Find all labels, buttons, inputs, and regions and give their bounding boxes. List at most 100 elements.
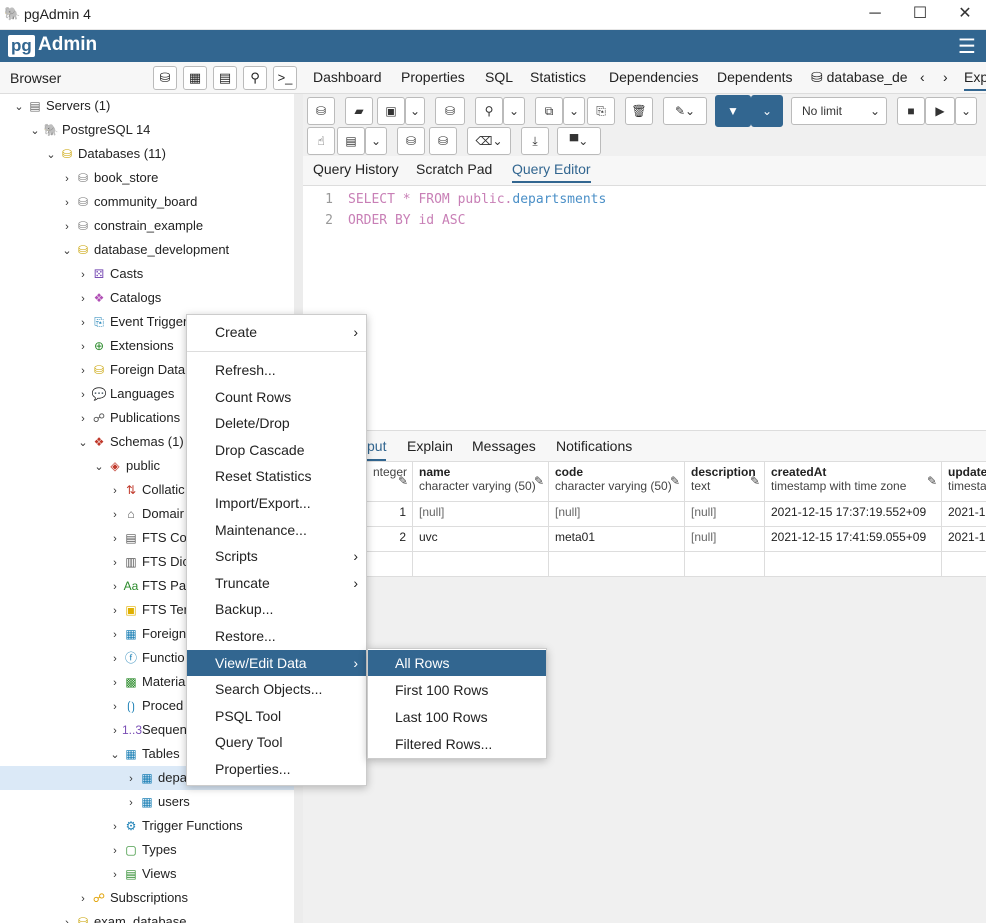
chevron-right-icon[interactable]: ›	[60, 911, 74, 923]
table-cell-empty[interactable]	[765, 552, 942, 577]
menu-item-count-rows[interactable]: Count Rows	[187, 384, 366, 410]
menu-item-reset-statistics[interactable]: Reset Statistics	[187, 463, 366, 489]
tree-node[interactable]: › ⛁ book_store	[0, 166, 294, 190]
filter-dropdown-icon[interactable]: ⌄	[751, 95, 783, 127]
tab-messages[interactable]: Messages	[472, 438, 536, 454]
connection-icon[interactable]: ⛁	[307, 97, 335, 125]
tab-data-output[interactable]: put	[367, 438, 387, 461]
explain-dropdown-icon[interactable]: ⌄	[365, 127, 387, 155]
tree-node[interactable]: › ⚄ Casts	[0, 262, 294, 286]
chevron-right-icon[interactable]: ›	[124, 767, 138, 791]
menu-item-import-export[interactable]: Import/Export...	[187, 490, 366, 516]
minimize-button[interactable]: ─	[860, 3, 890, 27]
delete-icon[interactable]: 🗑	[625, 97, 653, 125]
menu-item-search-objects[interactable]: Search Objects...	[187, 676, 366, 702]
tree-node[interactable]: ⌄ 🐘 PostgreSQL 14	[0, 118, 294, 142]
chevron-right-icon[interactable]: ›	[124, 791, 138, 815]
tree-node[interactable]: › ⚙ Trigger Functions	[0, 814, 294, 838]
chevron-right-icon[interactable]: ›	[60, 215, 74, 239]
chevron-right-icon[interactable]: ›	[76, 383, 90, 407]
tab-sql[interactable]: SQL	[485, 69, 513, 85]
column-header[interactable]: createdAt timestamp with time zone ✎	[765, 462, 942, 502]
search-icon[interactable]: ⚲	[243, 66, 267, 90]
table-cell[interactable]: [null]	[685, 502, 765, 527]
chevron-right-icon[interactable]: ›	[108, 599, 122, 623]
tab-properties[interactable]: Properties	[401, 69, 465, 85]
submenu-item-last-100-rows[interactable]: Last 100 Rows	[368, 704, 546, 730]
menu-item-scripts[interactable]: Scripts ›	[187, 543, 366, 569]
tree-node[interactable]: › ☍ Subscriptions	[0, 886, 294, 910]
column-header[interactable]: name character varying (50) ✎	[413, 462, 549, 502]
chevron-right-icon[interactable]: ›	[108, 527, 122, 551]
submenu-item-filtered-rows[interactable]: Filtered Rows...	[368, 731, 546, 757]
tree-node[interactable]: › ▤ Views	[0, 862, 294, 886]
tab-query-editor[interactable]: Query Editor	[512, 161, 591, 183]
tree-node[interactable]: › ▢ Types	[0, 838, 294, 862]
table-cell[interactable]: 2021-12-15 17:41:59.055+09	[765, 527, 942, 552]
chevron-right-icon[interactable]: ›	[108, 575, 122, 599]
commit-icon[interactable]: ⛁	[397, 127, 425, 155]
table-cell[interactable]: 2021-1	[942, 502, 986, 527]
chevron-right-icon[interactable]: ›	[108, 815, 122, 839]
copy-icon[interactable]: ⧉	[535, 97, 563, 125]
table-cell-empty[interactable]	[413, 552, 549, 577]
chevron-down-icon[interactable]: ⌄	[12, 95, 26, 119]
chevron-right-icon[interactable]: ›	[108, 479, 122, 503]
hamburger-menu-icon[interactable]: ☰	[958, 34, 976, 59]
chevron-right-icon[interactable]: ›	[108, 503, 122, 527]
chevron-right-icon[interactable]: ›	[108, 551, 122, 575]
table-cell[interactable]: uvc	[413, 527, 549, 552]
tree-node[interactable]: › ⛁ exam_database	[0, 910, 294, 923]
table-cell[interactable]: 2021-1	[942, 527, 986, 552]
menu-item-psql-tool[interactable]: PSQL Tool	[187, 703, 366, 729]
stop-icon[interactable]: ■	[897, 97, 925, 125]
find-dropdown-icon[interactable]: ⌄	[503, 97, 525, 125]
chevron-right-icon[interactable]: ›	[108, 719, 122, 743]
menu-item-view-edit-data[interactable]: View/Edit Data ›	[187, 650, 366, 676]
chevron-right-icon[interactable]: ›	[108, 671, 122, 695]
tab-dependencies[interactable]: Dependencies	[609, 69, 699, 85]
table-cell[interactable]: [null]	[413, 502, 549, 527]
chevron-right-icon[interactable]: ›	[76, 407, 90, 431]
table-cell-empty[interactable]	[942, 552, 986, 577]
paste-icon[interactable]: ⎘	[587, 97, 615, 125]
tab-scroll-left-icon[interactable]: ‹	[920, 69, 925, 85]
menu-item-query-tool[interactable]: Query Tool	[187, 729, 366, 755]
tree-node[interactable]: › ▦ users	[0, 790, 294, 814]
table-cell[interactable]: meta01	[549, 527, 685, 552]
chevron-right-icon[interactable]: ›	[108, 623, 122, 647]
save-data-icon[interactable]: ⛁	[435, 97, 465, 125]
tab-dashboard[interactable]: Dashboard	[313, 69, 382, 85]
chevron-down-icon[interactable]: ⌄	[92, 455, 106, 479]
tree-node[interactable]: › ❖ Catalogs	[0, 286, 294, 310]
column-header[interactable]: update timesta	[942, 462, 986, 502]
chevron-right-icon[interactable]: ›	[108, 647, 122, 671]
filter-icon[interactable]: ▼	[715, 95, 751, 127]
find-icon[interactable]: ⚲	[475, 97, 503, 125]
close-button[interactable]: ✕	[950, 3, 980, 27]
save-icon[interactable]: ▣	[377, 97, 405, 125]
clear-dropdown-icon[interactable]: ⌫⌄	[467, 127, 511, 155]
chevron-right-icon[interactable]: ›	[76, 887, 90, 911]
chevron-right-icon[interactable]: ›	[76, 335, 90, 359]
explain-icon[interactable]: ☝	[307, 127, 335, 155]
sql-editor[interactable]: 1 2 SELECT * FROM public.departsments OR…	[303, 186, 986, 430]
submenu-item-all-rows[interactable]: All Rows	[368, 650, 546, 676]
tab-scroll-right-icon[interactable]: ›	[943, 69, 948, 85]
execute-dropdown-icon[interactable]: ⌄	[955, 97, 977, 125]
tree-node[interactable]: › ⛁ constrain_example	[0, 214, 294, 238]
chevron-right-icon[interactable]: ›	[76, 359, 90, 383]
column-header[interactable]: description text ✎	[685, 462, 765, 502]
menu-item-delete-drop[interactable]: Delete/Drop	[187, 410, 366, 436]
tab-dependents[interactable]: Dependents	[717, 69, 793, 85]
table-cell[interactable]: [null]	[685, 527, 765, 552]
menu-item-maintenance[interactable]: Maintenance...	[187, 517, 366, 543]
chevron-right-icon[interactable]: ›	[60, 167, 74, 191]
tab-explain[interactable]: Expl	[964, 69, 986, 91]
menu-item-create[interactable]: Create ›	[187, 319, 366, 345]
table-cell-empty[interactable]	[549, 552, 685, 577]
chevron-right-icon[interactable]: ›	[76, 287, 90, 311]
tab-statistics[interactable]: Statistics	[530, 69, 586, 85]
chevron-down-icon[interactable]: ⌄	[108, 743, 122, 767]
table-cell[interactable]: 2021-12-15 17:37:19.552+09	[765, 502, 942, 527]
